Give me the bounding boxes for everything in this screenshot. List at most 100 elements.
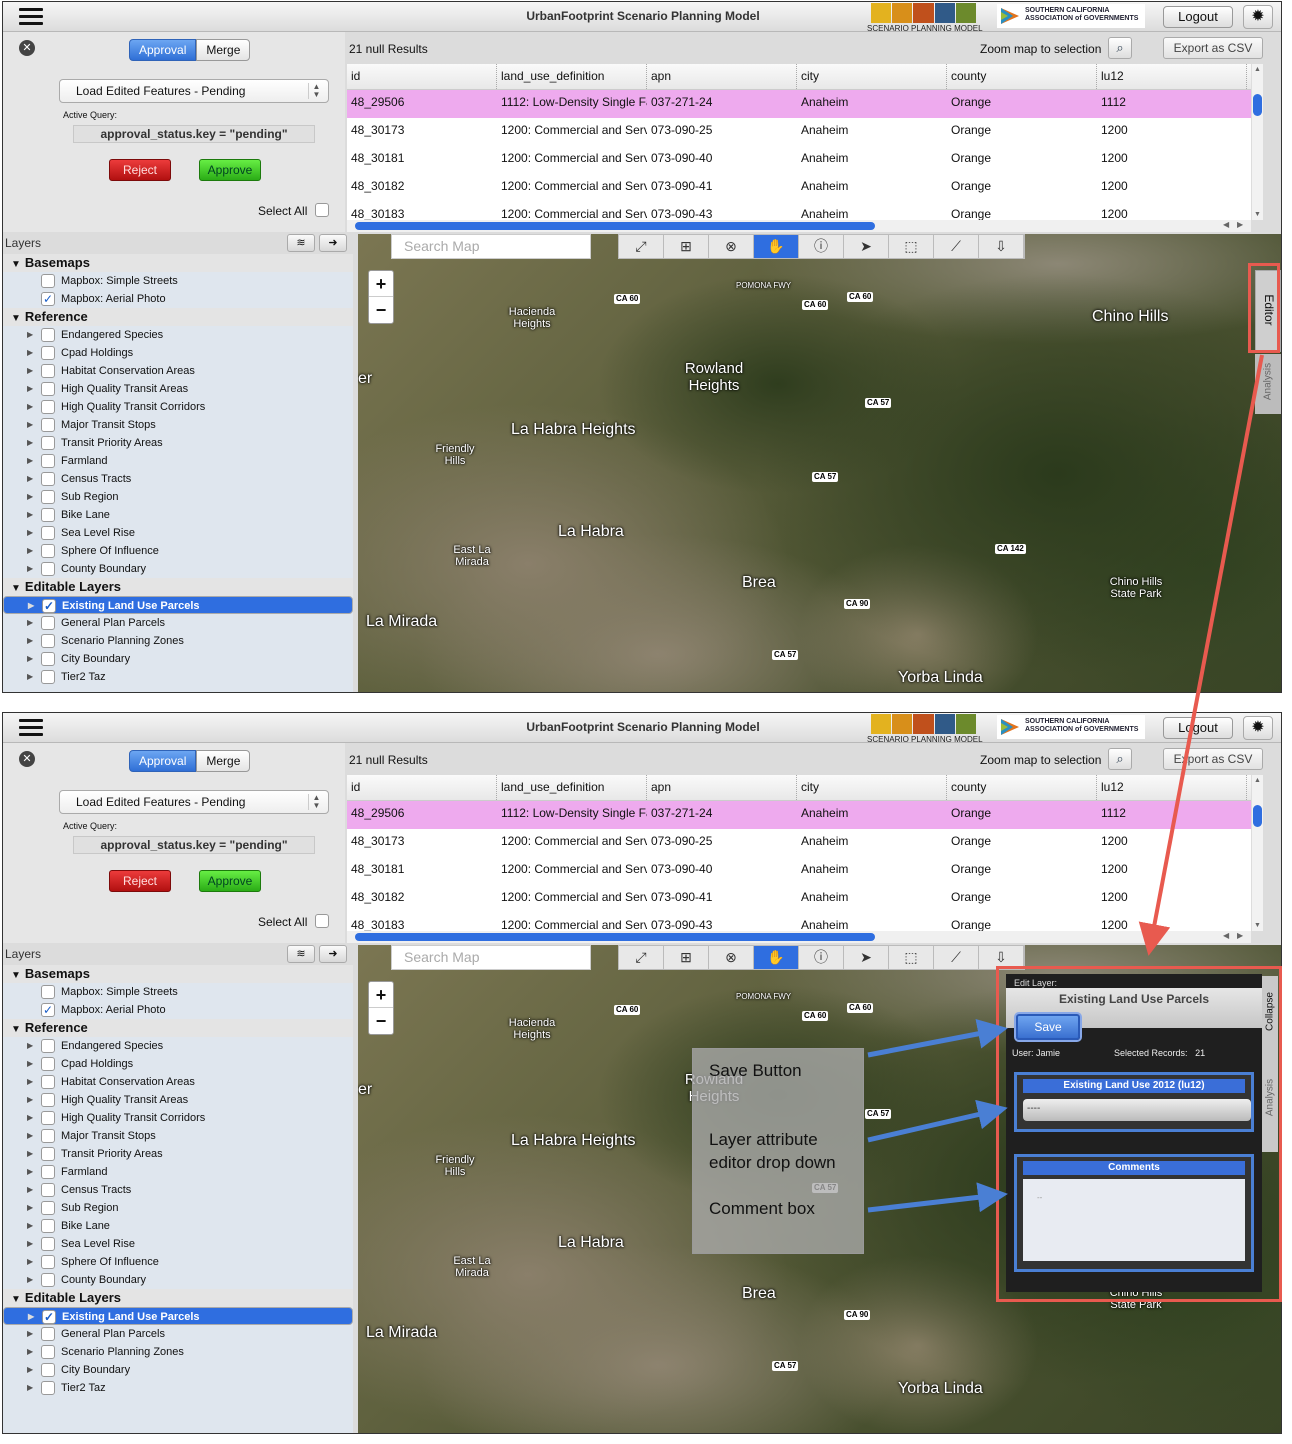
map-view[interactable]: Search Map ⤢ ⊞ ⊗ ✋ ⓘ ➤ ⬚ ⟋ ⇩ + − Chino H… [358,234,1281,692]
layer-item[interactable]: Mapbox: Simple Streets [3,983,353,1001]
arrow-right-icon[interactable]: ➜ [319,234,347,252]
tab-merge[interactable]: Merge [196,39,251,61]
tab-approval[interactable]: Approval [129,39,197,61]
table-row[interactable]: 48_30173 1200: Commercial and Serv 073-090… [347,829,1251,857]
layer-item[interactable]: ▶ Habitat Conservation Areas [3,1073,353,1091]
layer-checkbox[interactable] [41,985,55,999]
expand-triangle-icon[interactable]: ▶ [27,1253,33,1271]
layer-item[interactable]: ✓ Mapbox: Aerial Photo [3,1001,353,1019]
info-icon[interactable]: ⓘ [799,946,844,969]
expand-triangle-icon[interactable]: ▶ [28,597,34,615]
scroll-right-icon[interactable]: ▶ [1237,931,1243,940]
expand-triangle-icon[interactable]: ▶ [27,650,33,668]
scroll-thumb[interactable] [355,222,875,230]
column-header[interactable]: id [347,64,497,89]
table-row[interactable]: 48_30183 1200: Commercial and Serv 073-090… [347,913,1251,931]
scroll-left-icon[interactable]: ◀ [1223,931,1229,940]
scroll-down-icon[interactable]: ▼ [1254,922,1261,929]
layer-checkbox[interactable] [41,670,55,684]
expand-triangle-icon[interactable]: ▶ [27,1055,33,1073]
layer-checkbox[interactable] [41,1345,55,1359]
expand-triangle-icon[interactable]: ▶ [27,398,33,416]
layer-checkbox[interactable] [41,526,55,540]
layer-item[interactable]: ✓ Mapbox: Aerial Photo [3,290,353,308]
zoom-out-button[interactable]: − [369,297,393,323]
column-header[interactable]: land_use_definition [497,64,647,89]
zoom-search-icon[interactable]: ⌕ [1108,37,1132,59]
scroll-right-icon[interactable]: ▶ [1237,220,1243,229]
expand-triangle-icon[interactable]: ▶ [27,1361,33,1379]
load-features-select[interactable]: Load Edited Features - Pending ▲ ▼ [59,79,329,103]
layer-item[interactable]: ▶ General Plan Parcels [3,1325,353,1343]
layer-item[interactable]: ▶ High Quality Transit Corridors [3,1109,353,1127]
expand-triangle-icon[interactable]: ▶ [27,632,33,650]
expand-triangle-icon[interactable]: ▶ [27,380,33,398]
table-row[interactable]: 48_30181 1200: Commercial and Serv 073-090… [347,146,1251,174]
column-header[interactable]: lu12 [1097,64,1247,89]
column-header[interactable]: city [797,64,947,89]
layer-checkbox[interactable] [41,1057,55,1071]
pointer-icon[interactable]: ➤ [844,235,889,258]
expand-triangle-icon[interactable]: ▶ [27,1163,33,1181]
layer-item[interactable]: ▶ County Boundary [3,560,353,578]
table-row[interactable]: 48_30183 1200: Commercial and Serv 073-090… [347,202,1251,220]
group-basemaps[interactable]: ▼ Basemaps [3,965,353,983]
expand-triangle-icon[interactable]: ▶ [27,362,33,380]
tab-approval[interactable]: Approval [129,750,197,772]
box-select-icon[interactable]: ⬚ [889,946,934,969]
layer-checkbox[interactable] [41,634,55,648]
expand-triangle-icon[interactable]: ▶ [27,614,33,632]
expand-triangle-icon[interactable]: ▶ [27,1217,33,1235]
layer-checkbox-checked[interactable]: ✓ [42,599,56,613]
zoom-search-icon[interactable]: ⌕ [1108,748,1132,770]
column-header[interactable]: id [347,775,497,800]
zoom-in-button[interactable]: + [369,271,393,297]
layer-checkbox[interactable] [41,274,55,288]
group-reference[interactable]: ▼ Reference [3,308,353,326]
close-icon[interactable]: ✕ [19,40,35,56]
layer-checkbox[interactable] [41,652,55,666]
expand-triangle-icon[interactable]: ▶ [27,1145,33,1163]
layer-checkbox-checked[interactable]: ✓ [41,1003,55,1017]
expand-triangle-icon[interactable]: ▶ [27,1037,33,1055]
column-header[interactable]: county [947,64,1097,89]
column-header[interactable]: lu12 [1097,775,1247,800]
expand-triangle-icon[interactable]: ▶ [27,416,33,434]
layer-checkbox-checked[interactable]: ✓ [42,1310,56,1324]
layer-checkbox[interactable] [41,1039,55,1053]
layer-item[interactable]: ▶ Tier2 Taz [3,1379,353,1397]
select-all-checkbox[interactable] [315,203,329,217]
layer-checkbox[interactable] [41,544,55,558]
layer-item[interactable]: ▶ Major Transit Stops [3,1127,353,1145]
layer-checkbox[interactable] [41,1363,55,1377]
layer-item[interactable]: ▶ Endangered Species [3,326,353,344]
layer-item[interactable]: ▶ Farmland [3,1163,353,1181]
info-icon[interactable]: ⓘ [799,235,844,258]
layer-item[interactable]: ▶ Cpad Holdings [3,344,353,362]
expand-triangle-icon[interactable]: ▶ [27,506,33,524]
expand-triangle-icon[interactable]: ▶ [27,1379,33,1397]
layer-checkbox[interactable] [41,1219,55,1233]
layer-checkbox[interactable] [41,382,55,396]
layer-checkbox[interactable] [41,436,55,450]
table-row[interactable]: 48_30173 1200: Commercial and Serv 073-090… [347,118,1251,146]
pointer-icon[interactable]: ➤ [844,946,889,969]
expand-triangle-icon[interactable]: ▶ [27,542,33,560]
expand-triangle-icon[interactable]: ▶ [27,1199,33,1217]
expand-triangle-icon[interactable]: ▶ [27,1127,33,1145]
scroll-up-icon[interactable]: ▲ [1254,777,1261,784]
column-header[interactable]: city [797,775,947,800]
expand-triangle-icon[interactable]: ▶ [27,1091,33,1109]
expand-triangle-icon[interactable]: ▶ [27,434,33,452]
table-vertical-scrollbar[interactable]: ▲ ▼ [1251,64,1263,220]
layer-item[interactable]: ▶ Sphere Of Influence [3,1253,353,1271]
layer-checkbox[interactable] [41,562,55,576]
clear-selection-icon[interactable]: ⊗ [709,946,754,969]
logout-button[interactable]: Logout [1163,6,1233,28]
map-search-input[interactable]: Search Map [391,234,591,259]
layer-item[interactable]: ▶ High Quality Transit Areas [3,1091,353,1109]
expand-triangle-icon[interactable]: ▶ [27,560,33,578]
layer-item[interactable]: ▶ Census Tracts [3,1181,353,1199]
export-csv-button[interactable]: Export as CSV [1163,37,1263,59]
pan-hand-icon[interactable]: ✋ [754,235,799,258]
